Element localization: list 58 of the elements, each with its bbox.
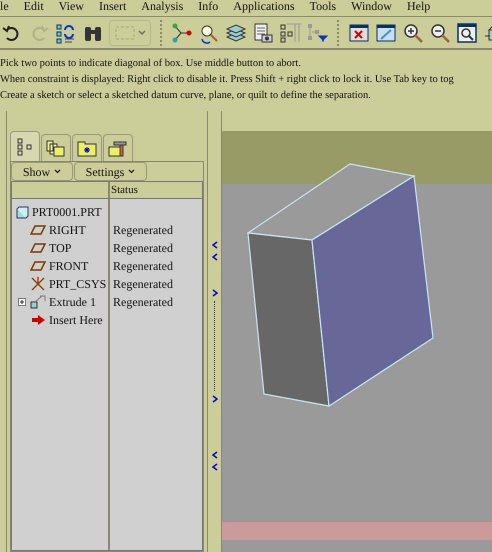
tree-columns-icon[interactable]	[279, 22, 301, 44]
chevron-right-icon[interactable]	[212, 289, 218, 297]
status-cell-text: Regenerated	[112, 258, 173, 275]
menu-item[interactable]: Window	[351, 0, 392, 13]
refit-icon[interactable]	[456, 22, 478, 44]
folders-icon	[46, 139, 66, 157]
caret-icon	[54, 169, 62, 174]
tree-node-label[interactable]: RIGHT	[49, 221, 86, 239]
tree-node-label[interactable]: PRT0001.PRT	[32, 203, 102, 221]
message-line: When constraint is displayed: Right click to disable it. Press Shift + right click to lock it. Use Tab key to tog	[0, 73, 454, 87]
star-folder-icon	[77, 139, 97, 157]
menu-item[interactable]: Analysis	[141, 0, 184, 13]
menu-item[interactable]: le	[0, 0, 9, 13]
menu-item[interactable]: Tools	[310, 0, 336, 13]
chevron-right-icon[interactable]	[212, 395, 218, 403]
tree-node-label[interactable]: PRT_CSYS	[49, 275, 106, 293]
menu-item[interactable]: View	[58, 0, 84, 13]
tree-filter-icon[interactable]	[306, 22, 328, 44]
menu-item[interactable]: Help	[406, 0, 430, 13]
status-cell-text: Regenerated	[112, 240, 173, 257]
part-icon	[16, 206, 29, 218]
dashed-rectangle-icon	[114, 24, 136, 40]
datum-plane-icon	[30, 225, 46, 235]
panel-tab[interactable]	[41, 134, 71, 161]
datum-plane-icon	[30, 243, 46, 253]
document-camera-icon[interactable]	[252, 22, 274, 44]
expand-toggle[interactable]	[18, 298, 26, 306]
tree-node-label[interactable]: Insert Here	[49, 311, 103, 329]
model-tree-icon	[17, 138, 33, 156]
extrude-icon	[30, 295, 46, 309]
coordinate-system-icon	[30, 277, 46, 291]
message-line: Create a sketch or select a sketched datum curve, plane, or quilt to define the separation.	[0, 89, 371, 103]
hammer-folder-icon	[108, 139, 128, 157]
status-cell-text: Regenerated	[112, 222, 173, 239]
arrow-icon	[30, 314, 46, 326]
panel-tab[interactable]	[10, 131, 40, 161]
datum-plane-icon	[30, 261, 46, 271]
tree-node-label[interactable]: TOP	[49, 239, 72, 257]
tree-node-label[interactable]: FRONT	[49, 257, 88, 275]
tree-node-label[interactable]: Extrude 1	[49, 293, 96, 311]
status-cell-text: Regenerated	[112, 276, 173, 293]
menu-item[interactable]: Edit	[24, 0, 44, 13]
layers-icon[interactable]	[225, 22, 247, 44]
zoom-in-icon[interactable]	[402, 22, 424, 44]
message-line: Pick two points to indicate diagonal of box. Use middle button to abort.	[0, 57, 301, 71]
repaint-window-icon[interactable]	[375, 22, 397, 44]
menu-item[interactable]: Applications	[233, 0, 295, 13]
zoom-out-icon[interactable]	[429, 22, 451, 44]
menu-item[interactable]: Insert	[98, 0, 126, 13]
status-cell-text: Regenerated	[112, 294, 173, 311]
panel-tab[interactable]	[72, 134, 102, 161]
regenerate-icon[interactable]	[55, 22, 77, 44]
datum-point-icon[interactable]	[171, 22, 193, 44]
caret-icon	[128, 169, 136, 174]
menu-item[interactable]: Info	[198, 0, 218, 13]
close-window-icon[interactable]	[348, 22, 370, 44]
panel-tab[interactable]	[103, 134, 133, 161]
column-header: Status	[110, 183, 138, 198]
